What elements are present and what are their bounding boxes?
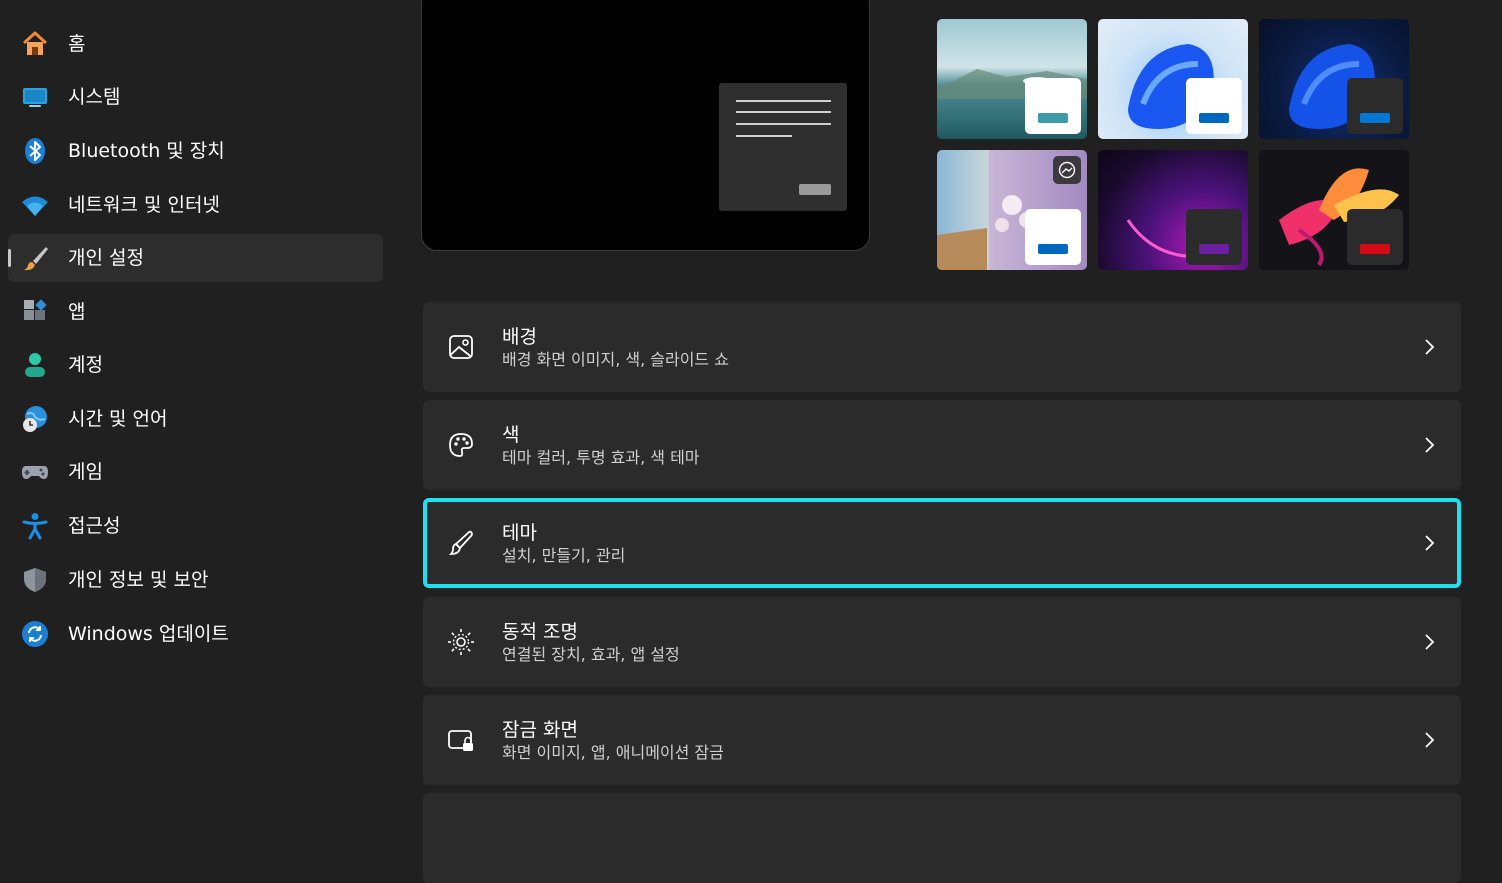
sidebar-item-label: 게임 [68, 461, 103, 483]
theme-thumbnail-bloom-light[interactable] [1098, 19, 1248, 139]
apps-icon [21, 298, 49, 326]
shield-icon [21, 566, 49, 594]
setting-card-lock-screen[interactable]: 잠금 화면 화면 이미지, 앱, 애니메이션 잠금 [423, 695, 1461, 785]
setting-card-next[interactable] [423, 793, 1461, 883]
image-icon [447, 333, 475, 361]
card-subtitle: 배경 화면 이미지, 색, 슬라이드 쇼 [502, 350, 729, 369]
card-subtitle: 연결된 장치, 효과, 앱 설정 [502, 645, 680, 664]
sidebar-item-home[interactable]: 홈 [8, 20, 383, 68]
theme-mini-window [1025, 209, 1081, 265]
preview-window [719, 83, 847, 211]
sidebar-item-time-language[interactable]: 시간 및 언어 [8, 395, 383, 443]
globe-clock-icon [21, 405, 49, 433]
sidebar-nav: 홈 시스템 Bluetooth 및 장치 네트워크 및 인터넷 개인 설정 앱 [0, 0, 400, 800]
accent-bar [1038, 244, 1068, 254]
sidebar-item-label: Bluetooth 및 장치 [68, 140, 225, 162]
sidebar-item-personalization[interactable]: 개인 설정 [8, 234, 383, 282]
sidebar-item-label: 홈 [68, 33, 86, 55]
sidebar-item-gaming[interactable]: 게임 [8, 448, 383, 496]
accent-bar [1038, 113, 1068, 123]
card-title: 테마 [502, 522, 537, 544]
sidebar-item-privacy[interactable]: 개인 정보 및 보안 [8, 556, 383, 604]
accent-bar [1360, 113, 1390, 123]
theme-thumbnail-spotlight[interactable] [937, 150, 1087, 270]
sidebar-item-label: 시간 및 언어 [68, 408, 168, 430]
theme-mini-window [1347, 209, 1403, 265]
brush-icon [21, 244, 49, 272]
gamepad-icon [21, 458, 49, 486]
setting-card-background[interactable]: 배경 배경 화면 이미지, 색, 슬라이드 쇼 [423, 302, 1461, 392]
wifi-icon [21, 191, 49, 219]
chevron-right-icon [1421, 533, 1437, 553]
sidebar-item-label: 접근성 [68, 515, 121, 537]
theme-mini-window [1186, 209, 1242, 265]
theme-mini-window [1347, 78, 1403, 134]
sidebar-item-label: 계정 [68, 354, 103, 376]
sidebar-item-windows-update[interactable]: Windows 업데이트 [8, 610, 383, 658]
sidebar-item-label: 개인 정보 및 보안 [68, 569, 209, 591]
sidebar-item-accounts[interactable]: 계정 [8, 341, 383, 389]
monitor-icon [21, 83, 49, 111]
theme-preview [421, 0, 870, 251]
card-title: 색 [502, 424, 520, 446]
setting-card-color[interactable]: 색 테마 컬러, 투명 효과, 색 테마 [423, 400, 1461, 490]
theme-thumbnail-bloom-dark[interactable] [1259, 19, 1409, 139]
accent-bar [1199, 113, 1229, 123]
theme-thumbnail-flow-red[interactable] [1259, 150, 1409, 270]
card-subtitle: 화면 이미지, 앱, 애니메이션 잠금 [502, 743, 724, 762]
card-title: 배경 [502, 326, 537, 348]
theme-thumbnail-glow-purple[interactable] [1098, 150, 1248, 270]
accent-bar [1199, 244, 1229, 254]
sidebar-item-label: 네트워크 및 인터넷 [68, 194, 220, 216]
palette-icon [447, 431, 475, 459]
bluetooth-icon [21, 137, 49, 165]
chevron-right-icon [1421, 337, 1437, 357]
sidebar-item-network[interactable]: 네트워크 및 인터넷 [8, 181, 383, 229]
accent-bar [1360, 244, 1390, 254]
chevron-right-icon [1421, 435, 1437, 455]
accessibility-icon [21, 512, 49, 540]
setting-card-themes[interactable]: 테마 설치, 만들기, 관리 [423, 498, 1461, 588]
person-icon [21, 351, 49, 379]
lighting-icon [447, 628, 475, 656]
brush-outline-icon [447, 529, 475, 557]
chevron-right-icon [1421, 730, 1437, 750]
theme-mini-window [1186, 78, 1242, 134]
sidebar-item-label: 개인 설정 [68, 247, 144, 269]
card-subtitle: 테마 컬러, 투명 효과, 색 테마 [502, 448, 700, 467]
theme-thumbnail-glow-lake[interactable] [937, 19, 1087, 139]
card-title: 동적 조명 [502, 621, 578, 643]
setting-card-dynamic-lighting[interactable]: 동적 조명 연결된 장치, 효과, 앱 설정 [423, 597, 1461, 687]
home-icon [21, 30, 49, 58]
sidebar-item-accessibility[interactable]: 접근성 [8, 502, 383, 550]
lock-screen-icon [447, 726, 475, 754]
sidebar-item-system[interactable]: 시스템 [8, 73, 383, 121]
update-icon [21, 620, 49, 648]
spotlight-icon [1053, 156, 1081, 184]
selection-indicator [8, 249, 11, 267]
sidebar-item-label: Windows 업데이트 [68, 623, 229, 645]
sidebar-item-bluetooth[interactable]: Bluetooth 및 장치 [8, 127, 383, 175]
theme-mini-window [1025, 78, 1081, 134]
sidebar-item-label: 시스템 [68, 86, 121, 108]
card-subtitle: 설치, 만들기, 관리 [502, 546, 626, 565]
card-title: 잠금 화면 [502, 719, 578, 741]
sidebar-item-label: 앱 [68, 301, 86, 323]
chevron-right-icon [1421, 632, 1437, 652]
sidebar-item-apps[interactable]: 앱 [8, 288, 383, 336]
